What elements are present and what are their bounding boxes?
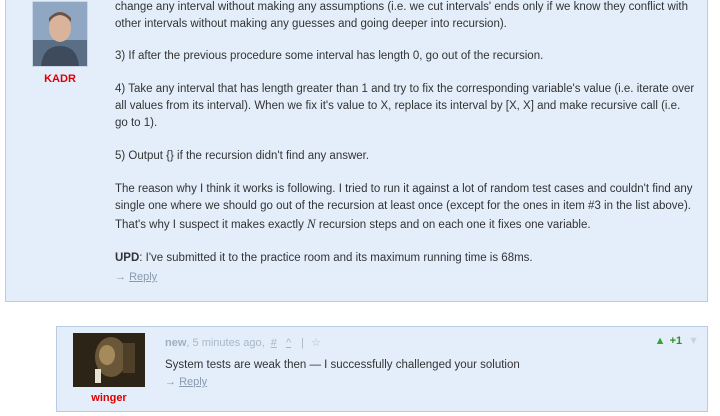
post-container: KADR change any interval without making … — [5, 0, 708, 302]
comment-meta: new, 5 minutes ago, # ^ | ☆ — [165, 337, 321, 349]
comment-author-block: winger — [70, 333, 148, 404]
reply-label[interactable]: Reply — [129, 271, 157, 283]
post-username[interactable]: KADR — [30, 73, 90, 85]
downvote-icon[interactable]: ▼ — [688, 335, 699, 347]
avatar[interactable] — [32, 1, 88, 67]
post-paragraph-2: 3) If after the previous procedure some … — [115, 50, 544, 62]
comment-author-new: new — [165, 337, 187, 349]
post-paragraph-4: 5) Output {} if the recursion didn't fin… — [115, 150, 370, 162]
star-icon[interactable]: ☆ — [311, 337, 321, 349]
math-variable-n: N — [307, 216, 316, 231]
comment-reply-link[interactable]: → Reply — [165, 376, 207, 388]
parent-icon[interactable]: ^ — [286, 337, 291, 349]
vote-count: +1 — [669, 335, 683, 347]
reply-arrow-icon: → — [165, 376, 176, 388]
upvote-icon[interactable]: ▲ — [655, 335, 666, 347]
post-body: change any interval without making any a… — [115, 0, 695, 286]
post-paragraph-1: change any interval without making any a… — [115, 1, 689, 30]
reply-arrow-icon: → — [115, 271, 126, 283]
post-paragraph-3: 4) Take any interval that has length gre… — [115, 83, 695, 129]
post-author-block: KADR — [30, 1, 90, 85]
post-paragraph-5: The reason why I think it works is follo… — [115, 181, 695, 234]
comment-username[interactable]: winger — [70, 392, 148, 404]
upd-text: : I've submitted it to the practice room… — [139, 252, 533, 264]
comment-text: System tests are weak then — I successfu… — [165, 359, 520, 371]
post-reply-link[interactable]: → Reply — [115, 269, 695, 286]
comment-container: winger new, 5 minutes ago, # ^ | ☆ Syste… — [56, 326, 708, 412]
post-update: UPD: I've submitted it to the practice r… — [115, 250, 695, 267]
paragraph-5-end: recursion steps and on each one it fixes… — [315, 219, 591, 231]
vote-box: ▲ +1 ▼ — [655, 335, 699, 347]
upd-label: UPD — [115, 252, 140, 264]
avatar[interactable] — [73, 333, 145, 387]
divider: | — [301, 337, 305, 349]
comment-timestamp: 5 minutes ago, — [192, 337, 265, 349]
permalink-icon[interactable]: # — [271, 337, 277, 349]
reply-label[interactable]: Reply — [179, 376, 207, 388]
